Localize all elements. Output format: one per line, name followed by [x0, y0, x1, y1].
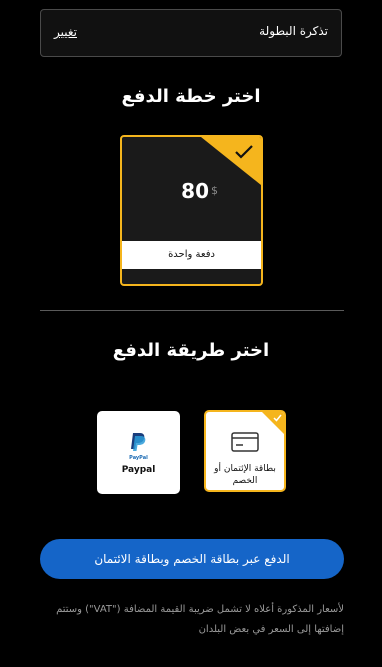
- payment-plan-card[interactable]: 80 $ دفعة واحدة: [120, 135, 263, 286]
- plan-price: 80: [181, 179, 209, 203]
- paypal-method[interactable]: PayPal Paypal: [97, 411, 180, 494]
- section-divider: [40, 310, 344, 311]
- plan-label: دفعة واحدة: [122, 241, 261, 269]
- ticket-summary: تذكرة البطولة تغيير: [40, 9, 342, 57]
- vat-note: لأسعار المذكورة أعلاه لا تشمل ضريبة القي…: [56, 604, 344, 635]
- method-section-title: اختر طريقة الدفع: [112, 340, 270, 361]
- ticket-label: تذكرة البطولة: [259, 24, 328, 38]
- check-icon: [235, 145, 253, 159]
- paypal-logo-icon: [131, 433, 146, 451]
- pay-button[interactable]: الدفع عبر بطاقة الخصم وبطاقة الائتمان: [40, 539, 344, 579]
- credit-card-icon: [231, 432, 259, 452]
- check-icon: [273, 414, 282, 422]
- paypal-label: Paypal: [121, 465, 156, 475]
- credit-card-method[interactable]: بطاقة الإئتمان أو الخصم: [204, 410, 286, 492]
- plan-currency: $: [211, 184, 218, 197]
- plan-section-title: اختر خطة الدفع: [121, 86, 261, 107]
- paypal-logo-text: PayPal: [129, 455, 148, 461]
- credit-card-label: بطاقة الإئتمان أو الخصم: [214, 464, 276, 486]
- change-link[interactable]: تغيير: [54, 25, 77, 39]
